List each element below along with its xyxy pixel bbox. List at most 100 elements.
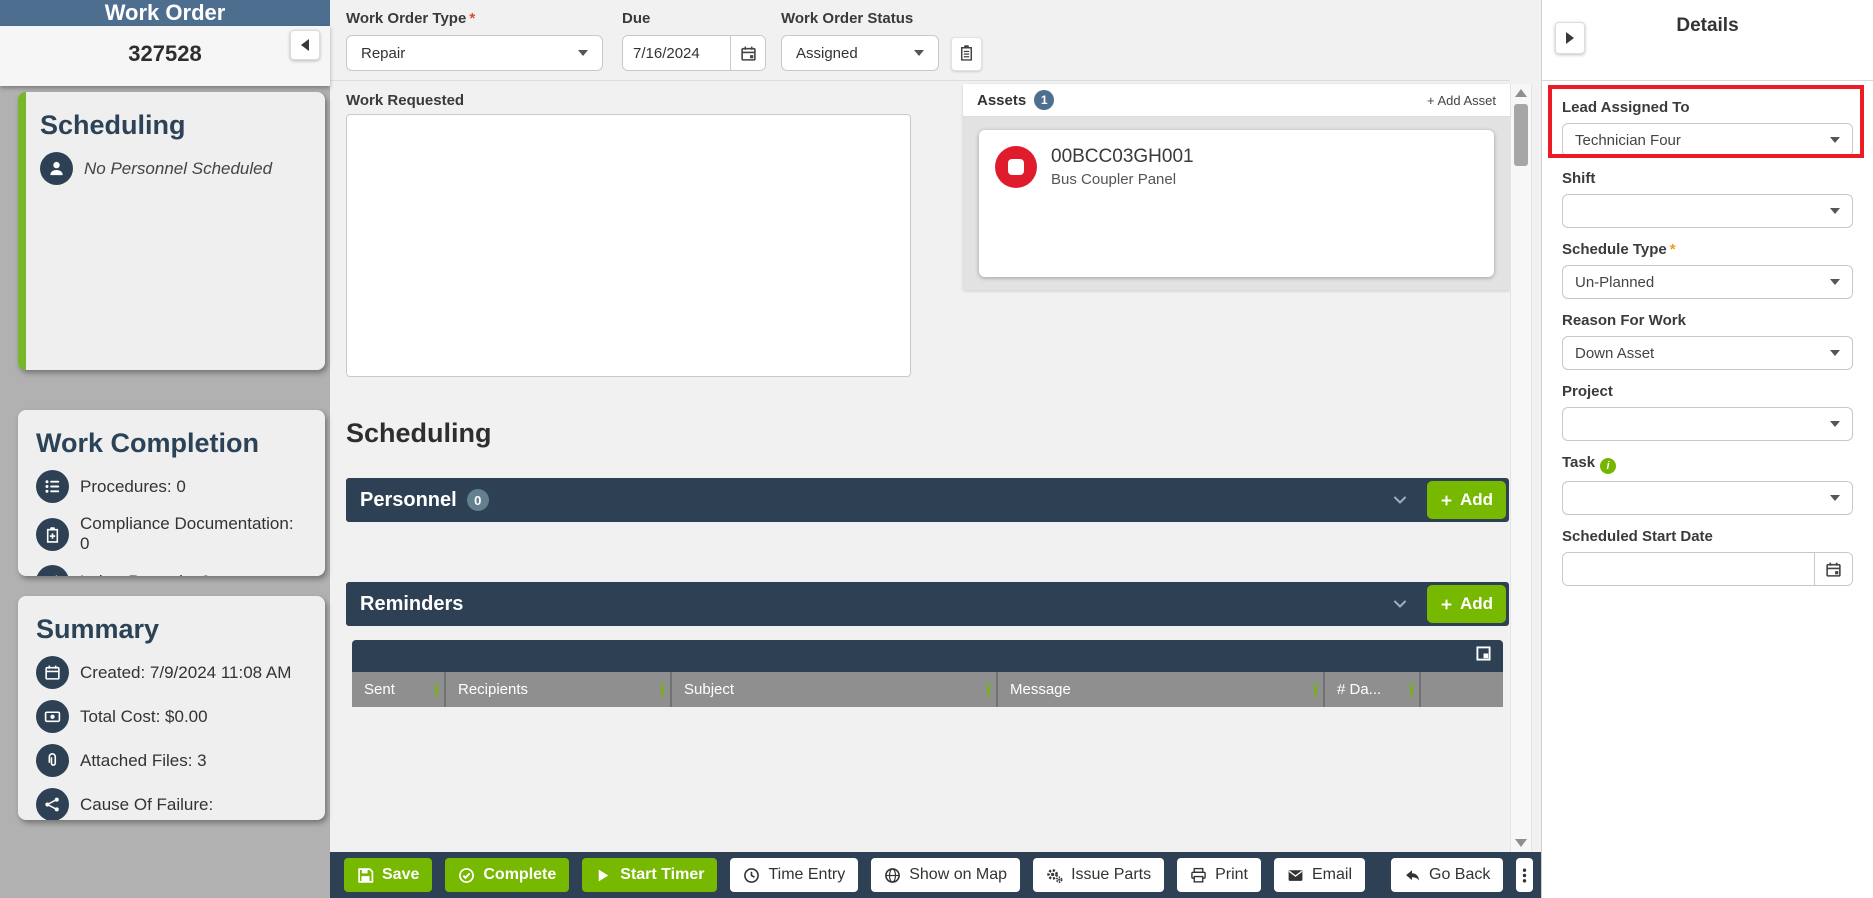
column-header-sent[interactable]: Sent: [352, 672, 446, 707]
go-back-button[interactable]: Go Back: [1391, 858, 1504, 892]
kebab-menu-icon: [1523, 867, 1527, 883]
complete-button[interactable]: Complete: [445, 858, 570, 892]
calendar-icon[interactable]: [1814, 553, 1852, 585]
button-label: Go Back: [1429, 866, 1491, 883]
reason-for-work-field: Reason For Work Down Asset: [1562, 312, 1853, 370]
card-item-label: Created: 7/9/2024 11:08 AM: [80, 662, 292, 682]
column-header-empty: [1421, 672, 1503, 707]
save-icon: [358, 867, 374, 883]
column-menu-icon[interactable]: [1409, 682, 1414, 697]
card-item-label: Procedures: 0: [80, 476, 186, 496]
work-order-status-select[interactable]: Assigned: [781, 35, 939, 71]
column-chooser-icon[interactable]: [1476, 646, 1491, 666]
printer-icon: [1191, 867, 1206, 883]
due-date-input[interactable]: [623, 36, 730, 70]
asset-name: Bus Coupler Panel: [1051, 171, 1177, 188]
list-item: No Personnel Scheduled: [40, 152, 307, 185]
work-requested-textarea[interactable]: [346, 114, 911, 377]
calendar-icon[interactable]: [730, 36, 765, 70]
asset-down-red-icon: [995, 146, 1037, 188]
email-button[interactable]: Email: [1274, 858, 1366, 892]
field-label: Schedule Type *: [1562, 241, 1676, 258]
vertical-scrollbar[interactable]: [1510, 84, 1532, 852]
column-header-subject[interactable]: Subject: [672, 672, 998, 707]
column-label: Recipients: [458, 681, 529, 698]
button-label: Save: [382, 866, 420, 883]
reason-for-work-select[interactable]: Down Asset: [1562, 336, 1853, 370]
show-on-map-button[interactable]: Show on Map: [871, 858, 1021, 892]
column-menu-icon[interactable]: [660, 682, 665, 697]
card-title: Scheduling: [40, 110, 186, 140]
envelope-icon: [1288, 869, 1303, 881]
scheduled-start-date-input[interactable]: [1563, 553, 1814, 585]
work-requested-label: Work Requested: [346, 92, 465, 109]
lead-assigned-to-field: Lead Assigned To Technician Four: [1562, 99, 1853, 157]
list-item: Attached Files: 3: [36, 744, 307, 777]
column-menu-icon[interactable]: [986, 682, 991, 697]
project-field: Project: [1562, 383, 1853, 441]
sidebar-collapse-button[interactable]: [290, 30, 320, 60]
project-select[interactable]: [1562, 407, 1853, 441]
add-personnel-button[interactable]: Add: [1426, 481, 1506, 519]
card-item-label: Compliance Documentation: 0: [80, 514, 294, 553]
reminders-table: Sent Recipients Subject Message # Da...: [352, 640, 1503, 707]
field-label: Work Order Type *: [346, 10, 476, 27]
work-order-type-select[interactable]: Repair: [346, 35, 603, 71]
chevron-down-icon: [578, 50, 588, 56]
field-label: Task i: [1562, 454, 1853, 474]
save-button[interactable]: Save: [344, 858, 433, 892]
time-entry-button[interactable]: Time Entry: [730, 858, 859, 892]
issue-parts-button[interactable]: Issue Parts: [1033, 858, 1165, 892]
button-label: Show on Map: [909, 866, 1008, 883]
start-timer-button[interactable]: Start Timer: [582, 858, 718, 892]
work-order-number: 327528: [128, 41, 202, 66]
lead-assigned-to-select[interactable]: Technician Four: [1562, 123, 1853, 157]
card-item-label: No Personnel Scheduled: [84, 158, 273, 178]
scroll-up-arrow-icon[interactable]: [1515, 89, 1527, 97]
chevron-down-icon[interactable]: [1391, 596, 1409, 612]
status-notes-button[interactable]: [951, 37, 982, 71]
money-icon: [36, 700, 69, 733]
info-icon[interactable]: i: [1600, 458, 1617, 474]
chevron-down-icon: [914, 50, 924, 56]
assets-panel: Assets 1 + Add Asset 00BCC03GH001 Bus Co…: [963, 84, 1510, 290]
schedule-type-select[interactable]: Un-Planned: [1562, 265, 1853, 299]
chevron-down-icon[interactable]: [1391, 492, 1409, 508]
select-value: Repair: [361, 44, 406, 62]
assets-count-badge: 1: [1034, 90, 1055, 110]
assets-panel-header: Assets 1 + Add Asset: [963, 84, 1510, 117]
field-label: Due: [622, 10, 651, 27]
task-field: Task i: [1562, 454, 1853, 515]
scrollbar-thumb[interactable]: [1514, 104, 1528, 166]
clipboard-icon: [958, 44, 975, 64]
pencil-icon: [36, 565, 69, 576]
personnel-title: Personnel: [360, 488, 457, 511]
divider: [330, 80, 1510, 81]
required-marker: *: [469, 10, 476, 27]
card-item-label: Attached Files: 3: [80, 750, 207, 770]
select-value: Technician Four: [1575, 131, 1681, 149]
column-menu-icon[interactable]: [434, 682, 439, 697]
reminders-title: Reminders: [360, 592, 464, 615]
card-title: Summary: [36, 614, 160, 644]
personnel-count-badge: 0: [466, 489, 489, 511]
column-header-recipients[interactable]: Recipients: [446, 672, 672, 707]
column-header-days[interactable]: # Da...: [1325, 672, 1421, 707]
asset-card[interactable]: 00BCC03GH001 Bus Coupler Panel: [979, 130, 1494, 277]
list-icon: [36, 470, 69, 503]
list-item: Labor Records: 0: [36, 565, 307, 576]
list-item: Cause Of Failure:: [36, 788, 307, 820]
work-order-type-field: Work Order Type * Repair: [346, 10, 603, 71]
shift-select[interactable]: [1562, 194, 1853, 228]
field-label: Work Order Status: [781, 10, 914, 27]
column-header-message[interactable]: Message: [998, 672, 1325, 707]
details-collapse-button[interactable]: [1555, 22, 1585, 54]
add-reminder-button[interactable]: Add: [1426, 585, 1506, 623]
print-button[interactable]: Print: [1177, 858, 1261, 892]
work-completion-card: Work Completion Procedures: 0 Compliance…: [18, 410, 325, 576]
more-actions-button[interactable]: [1516, 858, 1534, 892]
task-select[interactable]: [1562, 481, 1853, 515]
add-asset-link[interactable]: + Add Asset: [1427, 93, 1496, 108]
scroll-down-arrow-icon[interactable]: [1515, 839, 1527, 847]
column-menu-icon[interactable]: [1313, 682, 1318, 697]
